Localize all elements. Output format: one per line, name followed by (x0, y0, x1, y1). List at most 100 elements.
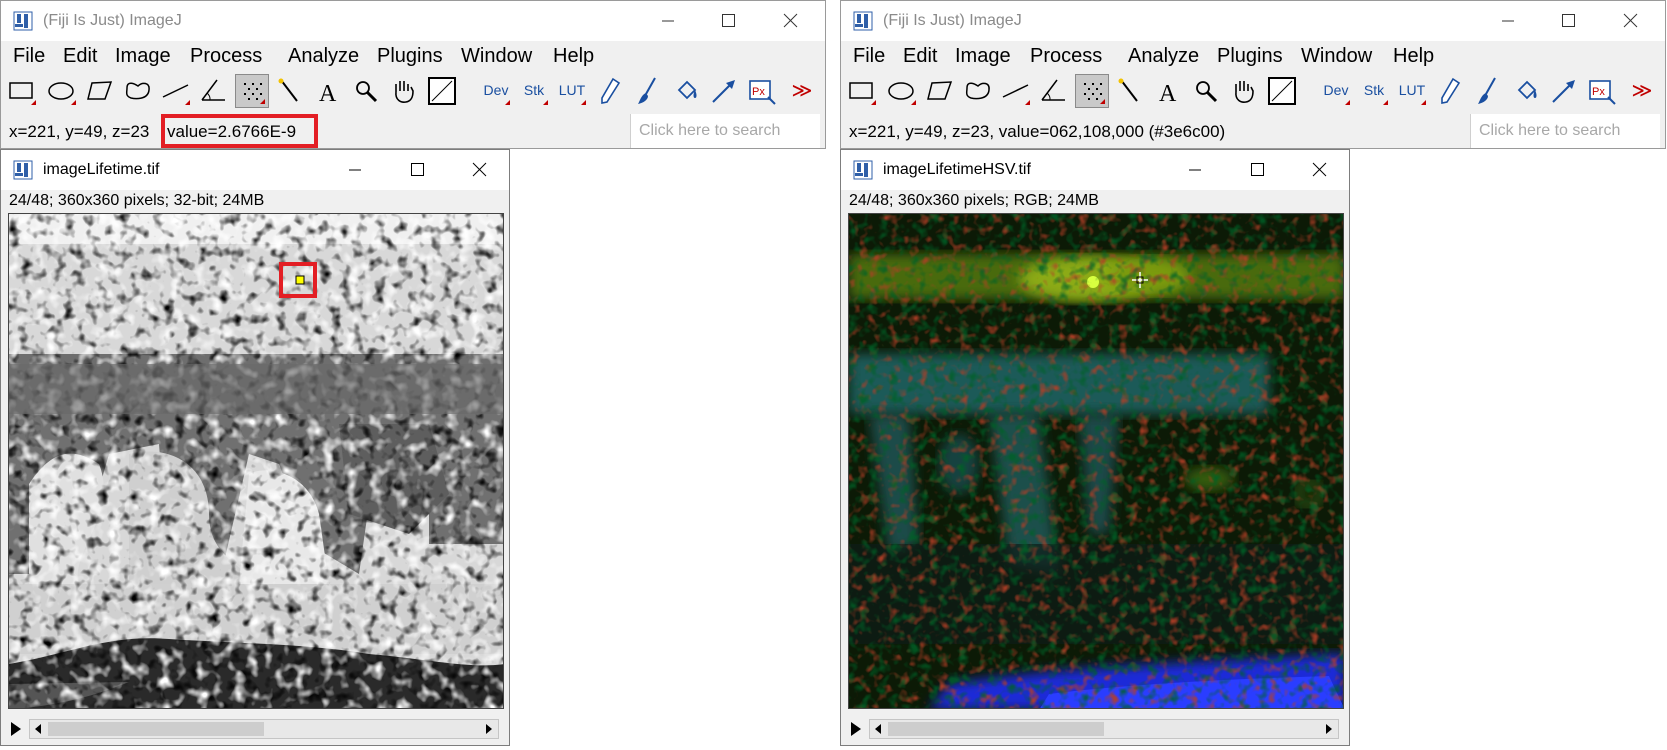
menu-help[interactable]: Help (553, 45, 594, 68)
close-icon (472, 162, 487, 177)
color-picker-tool[interactable] (425, 74, 459, 108)
line-tool[interactable] (159, 74, 193, 108)
hand-tool[interactable] (387, 74, 421, 108)
menu-analyze[interactable]: Analyze (1128, 45, 1199, 68)
more-tools-button[interactable]: ≫ (785, 74, 819, 108)
rectangle-tool[interactable] (5, 74, 39, 108)
maximize-button[interactable] (706, 7, 750, 35)
close-icon (783, 13, 798, 28)
wand-tool[interactable] (1113, 74, 1147, 108)
image-canvas-lifetime-hsv[interactable] (848, 213, 1344, 709)
minimize-button[interactable] (1486, 7, 1530, 35)
menu-process[interactable]: Process (190, 45, 262, 68)
stk-menu-tool[interactable]: Stk (1357, 74, 1391, 108)
oval-tool[interactable] (45, 74, 79, 108)
lut-menu-tool[interactable]: LUT (555, 74, 589, 108)
angle-tool[interactable] (1037, 74, 1071, 108)
menu-edit[interactable]: Edit (63, 45, 97, 68)
menu-window[interactable]: Window (1301, 45, 1372, 68)
maximize-button[interactable] (1546, 7, 1590, 35)
angle-tool[interactable] (197, 74, 231, 108)
image-title-bar[interactable]: imageLifetime.tif (1, 150, 509, 190)
freehand-tool[interactable] (961, 74, 995, 108)
image-window-lifetime-hsv: imageLifetimeHSV.tif 24/48; 360x360 pixe… (840, 149, 1350, 746)
magnifier-tool[interactable] (1189, 74, 1223, 108)
arrow-tool[interactable] (707, 74, 741, 108)
point-highlight-box (279, 262, 317, 298)
pencil-icon (601, 77, 621, 104)
arrow-tool[interactable] (1547, 74, 1581, 108)
title-bar[interactable]: (Fiji Is Just) ImageJ (841, 1, 1665, 41)
magnifier-tool[interactable] (349, 74, 383, 108)
scroll-left-icon[interactable] (870, 720, 888, 738)
play-icon[interactable] (851, 722, 861, 736)
menu-image[interactable]: Image (955, 45, 1011, 68)
minimize-button[interactable] (1173, 156, 1217, 184)
play-icon[interactable] (11, 722, 21, 736)
maximize-button[interactable] (1235, 156, 1279, 184)
stk-menu-tool[interactable]: Stk (517, 74, 551, 108)
menu-process[interactable]: Process (1030, 45, 1102, 68)
freehand-tool[interactable] (121, 74, 155, 108)
menu-window[interactable]: Window (461, 45, 532, 68)
pencil-tool[interactable] (1433, 74, 1467, 108)
wand-tool[interactable] (273, 74, 307, 108)
scroll-thumb[interactable] (888, 722, 1104, 736)
menu-edit[interactable]: Edit (903, 45, 937, 68)
rectangle-tool[interactable] (845, 74, 879, 108)
minimize-button[interactable] (333, 156, 377, 184)
menu-file[interactable]: File (853, 45, 885, 68)
lut-menu-tool[interactable]: LUT (1395, 74, 1429, 108)
brush-tool[interactable] (631, 74, 665, 108)
search-box[interactable]: Click here to search (1470, 114, 1660, 148)
menu-bar: File Edit Image Process Analyze Plugins … (1, 41, 825, 71)
pixel-inspector-tool[interactable]: Px (745, 74, 779, 108)
menu-analyze[interactable]: Analyze (288, 45, 359, 68)
menu-plugins[interactable]: Plugins (1217, 45, 1283, 68)
fiji-logo-icon (853, 11, 873, 31)
scroll-thumb[interactable] (48, 722, 264, 736)
title-bar[interactable]: (Fiji Is Just) ImageJ (1, 1, 825, 41)
more-tools-button[interactable]: ≫ (1625, 74, 1659, 108)
dev-label: Dev (483, 82, 509, 98)
close-button[interactable] (768, 7, 812, 35)
scroll-right-icon[interactable] (480, 720, 498, 738)
text-tool[interactable]: A (1151, 74, 1185, 108)
image-canvas-lifetime[interactable] (8, 213, 504, 709)
polygon-tool[interactable] (83, 74, 117, 108)
menu-image[interactable]: Image (115, 45, 171, 68)
magnifier-icon (356, 81, 378, 103)
pixel-inspector-tool[interactable]: Px (1585, 74, 1619, 108)
search-box[interactable]: Click here to search (630, 114, 820, 148)
hand-tool[interactable] (1227, 74, 1261, 108)
text-tool[interactable]: A (311, 74, 345, 108)
freehand-tool-icon (965, 82, 990, 100)
minimize-button[interactable] (646, 7, 690, 35)
pencil-tool[interactable] (593, 74, 627, 108)
menu-help[interactable]: Help (1393, 45, 1434, 68)
oval-tool[interactable] (885, 74, 919, 108)
dev-menu-tool[interactable]: Dev (1319, 74, 1353, 108)
scroll-left-icon[interactable] (30, 720, 48, 738)
brush-tool[interactable] (1471, 74, 1505, 108)
close-button[interactable] (1608, 7, 1652, 35)
line-tool[interactable] (999, 74, 1033, 108)
scroll-right-icon[interactable] (1320, 720, 1338, 738)
svg-text:Px: Px (752, 86, 765, 98)
point-tool[interactable] (235, 74, 269, 108)
maximize-button[interactable] (395, 156, 439, 184)
image-title-bar[interactable]: imageLifetimeHSV.tif (841, 150, 1349, 190)
fiji-main-window-left: (Fiji Is Just) ImageJ File Edit Image Pr… (0, 0, 826, 149)
slice-scrollbar[interactable] (869, 719, 1339, 739)
menu-file[interactable]: File (13, 45, 45, 68)
polygon-tool[interactable] (923, 74, 957, 108)
dev-menu-tool[interactable]: Dev (479, 74, 513, 108)
color-picker-tool[interactable] (1265, 74, 1299, 108)
menu-plugins[interactable]: Plugins (377, 45, 443, 68)
flood-fill-tool[interactable] (669, 74, 703, 108)
flood-fill-tool[interactable] (1509, 74, 1543, 108)
slice-scrollbar[interactable] (29, 719, 499, 739)
close-button[interactable] (457, 156, 501, 184)
point-tool[interactable] (1075, 74, 1109, 108)
close-button[interactable] (1297, 156, 1341, 184)
